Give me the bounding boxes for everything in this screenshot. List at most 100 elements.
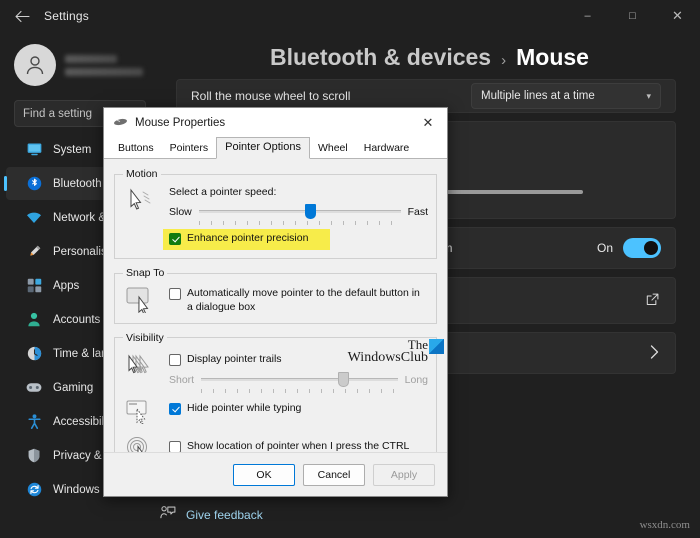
- slider-ticks: [201, 388, 398, 393]
- account-text: [65, 54, 143, 76]
- time-language-icon: [26, 346, 42, 362]
- watermark-line-1: The: [407, 336, 428, 352]
- account-name-redacted: [65, 54, 117, 63]
- apply-button[interactable]: Apply: [373, 463, 435, 486]
- enhance-precision-label: Enhance pointer precision: [187, 232, 309, 244]
- site-watermark: wsxdn.com: [639, 519, 690, 531]
- dialog-body: Motion Select a pointer speed: Slow Fast…: [104, 159, 447, 477]
- tab-pointer-options[interactable]: Pointer Options: [216, 136, 310, 159]
- search-placeholder: Find a setting: [23, 107, 93, 120]
- dialog-tabs: Buttons Pointers Pointer Options Wheel H…: [104, 136, 447, 159]
- pointer-speed-icon: [123, 186, 161, 250]
- back-arrow-icon[interactable]: [0, 0, 44, 32]
- privacy-security-icon: [26, 448, 42, 464]
- dialog-footer: OK Cancel Apply: [104, 452, 447, 496]
- system-icon: [26, 142, 42, 158]
- account-section[interactable]: [0, 36, 156, 94]
- tab-buttons[interactable]: Buttons: [110, 139, 162, 159]
- pointer-speed-label: Select a pointer speed:: [169, 186, 277, 198]
- tab-pointers[interactable]: Pointers: [162, 139, 217, 159]
- personalisation-icon: [26, 244, 42, 260]
- tab-hardware[interactable]: Hardware: [356, 139, 418, 159]
- visibility-legend: Visibility: [126, 331, 164, 344]
- scroll-wheel-dropdown[interactable]: Multiple lines at a time ▾: [471, 83, 661, 109]
- motion-group: Motion Select a pointer speed: Slow Fast…: [114, 168, 437, 259]
- bluetooth-icon: [26, 176, 42, 192]
- mouse-properties-dialog: Mouse Properties ✕ Buttons Pointers Poin…: [103, 107, 448, 497]
- mouse-icon: [113, 114, 128, 132]
- snap-to-row: Automatically move pointer to the defaul…: [169, 287, 428, 315]
- toggle-knob: [644, 241, 658, 255]
- slider-thumb[interactable]: [337, 371, 349, 387]
- window-title: Settings: [44, 9, 89, 23]
- sidebar-item-label: Gaming: [53, 381, 94, 394]
- slider-track: [201, 377, 398, 381]
- maximize-button[interactable]: □: [610, 0, 655, 32]
- sidebar-item-label: Accounts: [53, 313, 101, 326]
- cancel-button[interactable]: Cancel: [303, 463, 365, 486]
- close-button[interactable]: ✕: [655, 0, 700, 32]
- gaming-icon: [26, 380, 42, 396]
- enhance-precision-checkbox[interactable]: [169, 233, 181, 245]
- toggle-state-label: On: [596, 241, 613, 255]
- snap-to-checkbox[interactable]: [169, 288, 181, 300]
- sidebar-item-label: System: [53, 143, 92, 156]
- accounts-icon: [26, 312, 42, 328]
- pointer-trails-icon: [123, 352, 161, 388]
- hide-typing-label: Hide pointer while typing: [187, 401, 302, 414]
- ok-button[interactable]: OK: [233, 463, 295, 486]
- account-email-redacted: [65, 67, 143, 76]
- dialog-title-bar: Mouse Properties ✕: [104, 108, 447, 138]
- pointer-trails-checkbox[interactable]: [169, 353, 181, 366]
- snap-to-group: Snap To Automatically move pointer to th…: [114, 267, 437, 324]
- dialog-title: Mouse Properties: [135, 117, 226, 129]
- enhance-precision-highlight: Enhance pointer precision: [163, 229, 331, 250]
- chevron-down-icon: ▾: [646, 90, 651, 101]
- hide-typing-row: Hide pointer while typing: [169, 402, 428, 416]
- sidebar-item-label: Apps: [53, 279, 80, 292]
- long-label: Long: [404, 373, 428, 386]
- breadcrumb-parent[interactable]: Bluetooth & devices: [270, 44, 491, 71]
- snap-to-label: Automatically move pointer to the defaul…: [187, 287, 420, 313]
- scroll-inactive-toggle-wrap: On: [597, 238, 661, 258]
- tab-wheel[interactable]: Wheel: [310, 139, 356, 159]
- windowsclub-logo-icon: [429, 338, 444, 354]
- external-link-icon: [646, 293, 659, 309]
- window-controls: – □ ✕: [565, 0, 700, 32]
- pointer-speed-slider[interactable]: [198, 204, 401, 225]
- give-feedback-button[interactable]: Give feedback: [160, 505, 263, 524]
- snap-to-legend: Snap To: [126, 267, 165, 279]
- motion-legend: Motion: [126, 168, 158, 180]
- slider-ticks: [198, 221, 401, 225]
- slow-label: Slow: [169, 206, 192, 218]
- slider-track: [198, 210, 401, 213]
- title-bar: Settings – □ ✕: [0, 0, 700, 32]
- hide-typing-icon: [123, 398, 161, 424]
- ctrl-locate-checkbox[interactable]: [169, 440, 181, 453]
- snap-to-icon: [123, 285, 161, 315]
- accessibility-icon: [26, 414, 42, 430]
- minimize-button[interactable]: –: [565, 0, 610, 32]
- pointer-trails-label: Display pointer trails: [187, 352, 282, 365]
- windows-update-icon: [26, 482, 42, 498]
- scroll-inactive-toggle[interactable]: [623, 238, 661, 258]
- pointer-trails-slider[interactable]: [201, 371, 398, 393]
- breadcrumb-current: Mouse: [516, 44, 589, 70]
- breadcrumb-separator-icon: ›: [501, 52, 507, 69]
- breadcrumb: Bluetooth & devices › Mouse: [156, 32, 700, 71]
- trails-slider-row: Short Long: [169, 371, 428, 393]
- avatar: [14, 44, 56, 86]
- network-icon: [26, 210, 42, 226]
- chevron-right-icon: [650, 344, 659, 362]
- scroll-wheel-label: Roll the mouse wheel to scroll: [191, 89, 351, 103]
- dialog-close-button[interactable]: ✕: [409, 108, 447, 138]
- hide-typing-checkbox[interactable]: [169, 402, 181, 415]
- fast-label: Fast: [407, 206, 428, 218]
- apps-icon: [26, 278, 42, 294]
- pointer-speed-slider-row: Slow Fast: [169, 204, 428, 225]
- short-label: Short: [169, 373, 195, 386]
- give-feedback-label: Give feedback: [186, 507, 263, 522]
- slider-thumb[interactable]: [304, 204, 316, 219]
- pointer-trails-row: Display pointer trails: [169, 353, 428, 367]
- feedback-icon: [160, 505, 176, 524]
